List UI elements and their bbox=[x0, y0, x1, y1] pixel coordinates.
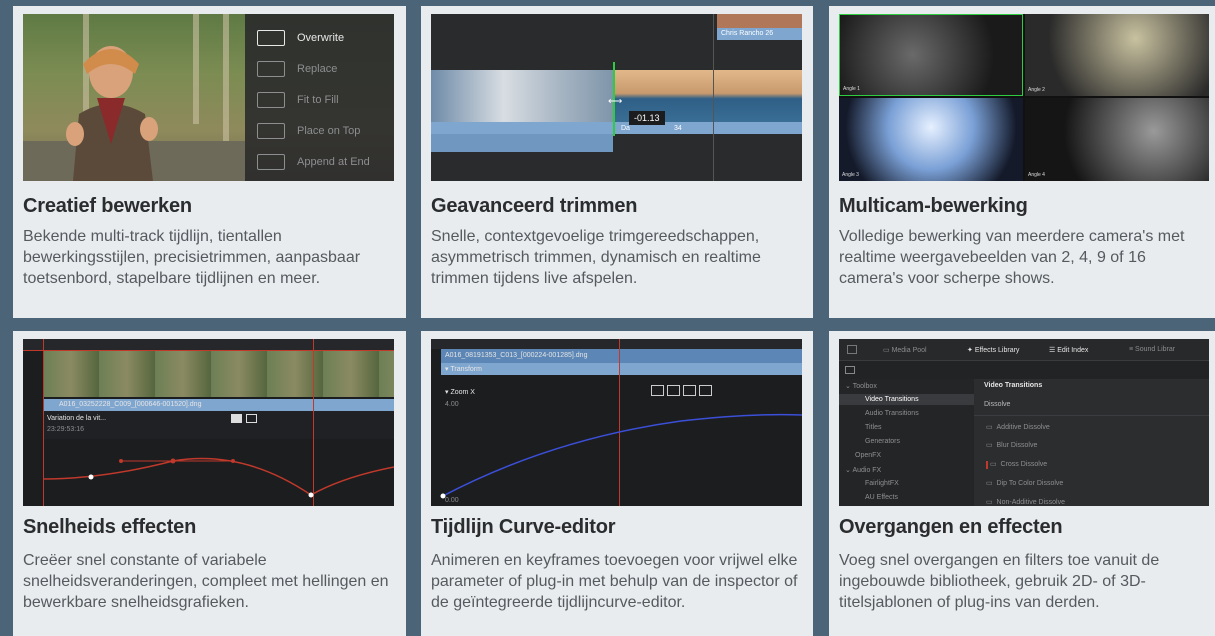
camera-angle-4[interactable]: Angle 4 bbox=[1025, 98, 1209, 181]
effect-label: Dip To Color Dissolve bbox=[996, 480, 1064, 487]
place-on-top-icon bbox=[257, 123, 285, 139]
clip-fragment-a: Da bbox=[621, 125, 630, 132]
card-description: Bekende multi-track tijdlijn, tientallen… bbox=[23, 228, 361, 287]
tab-sound-library[interactable]: ≡ Sound Librar bbox=[1129, 346, 1175, 353]
card-title: Overgangen en effecten bbox=[839, 516, 1063, 538]
camera-angle-2[interactable]: Angle 2 bbox=[1025, 14, 1209, 96]
tree-audio-fx[interactable]: ⌄ Audio FX bbox=[845, 466, 881, 474]
angle-label: Angle 4 bbox=[1028, 172, 1045, 178]
append-at-end-icon bbox=[257, 154, 285, 170]
feature-card-transitions-effects: ▭ Media Pool ✦ Effects Library ☰ Edit In… bbox=[829, 331, 1215, 636]
trim-screenshot: Chris Rancho 26 ⟷ -01.13 Da 34 bbox=[431, 14, 802, 181]
edit-overlay-menu: Overwrite Replace Fit to Fill Place on T… bbox=[245, 14, 394, 181]
effects-tree: ⌄ Toolbox Video Transitions Audio Transi… bbox=[839, 379, 974, 506]
speed-param: Variation de la vit... bbox=[47, 415, 107, 422]
effect-non-additive-dissolve[interactable]: ▭ Non-Additive Dissolve bbox=[986, 498, 1065, 506]
panel-title: Video Transitions bbox=[984, 382, 1043, 389]
trim-value: -01.13 bbox=[629, 111, 665, 125]
trim-cursor-icon: ⟷ bbox=[608, 96, 623, 107]
feature-card-creative-editing: Overwrite Replace Fit to Fill Place on T… bbox=[13, 6, 406, 318]
effect-additive-dissolve[interactable]: ▭ Additive Dissolve bbox=[986, 423, 1050, 431]
card-title: Geavanceerd trimmen bbox=[431, 195, 638, 217]
card-description: Volledige bewerking van meerdere camera'… bbox=[839, 228, 1185, 287]
angle-label: Angle 3 bbox=[842, 172, 859, 178]
clip-fragment-b: 34 bbox=[674, 125, 682, 132]
effect-label: Blur Dissolve bbox=[996, 442, 1038, 449]
feature-card-curve-editor: A016_08191353_C013_[000224-001285].dng ▾… bbox=[421, 331, 813, 636]
effect-label: Additive Dissolve bbox=[996, 424, 1050, 431]
card-title: Creatief bewerken bbox=[23, 195, 192, 217]
menu-item-place-on-top[interactable]: Place on Top bbox=[257, 121, 360, 141]
speed-effects-screenshot: A016_03252228_C009_[000646-001520].dng V… bbox=[23, 339, 394, 506]
effect-cross-dissolve[interactable]: ▭ Cross Dissolve bbox=[990, 460, 1047, 468]
tree-label: Toolbox bbox=[852, 383, 877, 390]
feature-card-multicam: Angle 1 Angle 2 Angle 3 Angle 4 Multicam… bbox=[829, 6, 1215, 318]
multicam-screenshot: Angle 1 Angle 2 Angle 3 Angle 4 bbox=[839, 14, 1209, 181]
tree-audio-transitions[interactable]: Audio Transitions bbox=[865, 410, 919, 417]
clip-file-name: A016_03252228_C009_[000646-001520].dng bbox=[59, 401, 202, 408]
panel-tab-bar: ▭ Media Pool ✦ Effects Library ☰ Edit In… bbox=[839, 339, 1209, 361]
upper-clip-thumb bbox=[717, 14, 802, 28]
card-description: Snelle, contextgevoelige trimgereedschap… bbox=[431, 228, 761, 287]
tree-openfx[interactable]: OpenFX bbox=[855, 452, 881, 459]
tree-label: Audio FX bbox=[852, 467, 882, 474]
panel-toggle-icon[interactable] bbox=[845, 366, 855, 374]
feature-card-speed-effects: A016_03252228_C009_[000646-001520].dng V… bbox=[13, 331, 406, 636]
feature-card-advanced-trimming: Chris Rancho 26 ⟷ -01.13 Da 34 Geavancee… bbox=[421, 6, 813, 318]
speed-curve[interactable] bbox=[23, 439, 394, 506]
angle-label: Angle 2 bbox=[1028, 87, 1045, 93]
edit-overlay-screenshot: Overwrite Replace Fit to Fill Place on T… bbox=[23, 14, 394, 181]
camera-angle-1[interactable]: Angle 1 bbox=[839, 14, 1023, 96]
tab-media-pool[interactable]: ▭ Media Pool bbox=[883, 346, 927, 354]
tab-label: Media Pool bbox=[891, 347, 927, 354]
tree-au-effects[interactable]: AU Effects bbox=[865, 494, 898, 501]
tab-label: Effects Library bbox=[974, 347, 1020, 354]
clip-thumbnails bbox=[43, 351, 394, 397]
card-description: Animeren en keyframes toevoegen voor vri… bbox=[431, 552, 798, 611]
effect-label: Cross Dissolve bbox=[1000, 461, 1048, 468]
card-title: Snelheids effecten bbox=[23, 516, 197, 538]
transform-group[interactable]: ▾ Transform bbox=[445, 365, 482, 373]
outgoing-clip bbox=[431, 70, 613, 122]
group-label: Transform bbox=[450, 366, 482, 373]
param-label: Zoom X bbox=[450, 389, 475, 396]
speed-timecode: 23:29:53:16 bbox=[47, 426, 84, 433]
effect-label: Non-Additive Dissolve bbox=[996, 499, 1065, 506]
card-description: Voeg snel overgangen en filters toe vanu… bbox=[839, 552, 1160, 611]
replace-icon bbox=[257, 61, 285, 77]
fit-to-fill-icon bbox=[257, 92, 285, 108]
clip-file-name: A016_08191353_C013_[000224-001285].dng bbox=[445, 352, 588, 359]
tree-generators[interactable]: Generators bbox=[865, 438, 900, 445]
tree-video-transitions[interactable]: Video Transitions bbox=[839, 394, 974, 405]
section-dissolve: Dissolve bbox=[984, 401, 1011, 408]
tree-toolbox[interactable]: ⌄ Toolbox bbox=[845, 382, 877, 390]
card-title: Multicam-bewerking bbox=[839, 195, 1028, 217]
tab-label: Edit Index bbox=[1057, 347, 1089, 354]
tab-label: Sound Librar bbox=[1135, 346, 1176, 353]
actor-image bbox=[66, 46, 158, 181]
menu-item-replace[interactable]: Replace bbox=[257, 59, 337, 79]
effect-blur-dissolve[interactable]: ▭ Blur Dissolve bbox=[986, 441, 1037, 449]
tree-fairlightfx[interactable]: FairlightFX bbox=[865, 480, 899, 487]
tab-edit-index[interactable]: ☰ Edit Index bbox=[1049, 346, 1088, 354]
zoom-curve[interactable] bbox=[431, 399, 802, 506]
effects-library-screenshot: ▭ Media Pool ✦ Effects Library ☰ Edit In… bbox=[839, 339, 1209, 506]
menu-item-append-at-end[interactable]: Append at End bbox=[257, 152, 370, 172]
effects-list: Video Transitions Dissolve ▭ Additive Di… bbox=[974, 379, 1209, 506]
upper-clip-name: Chris Rancho 26 bbox=[721, 30, 774, 37]
card-title: Tijdlijn Curve-editor bbox=[431, 516, 616, 538]
tree-titles[interactable]: Titles bbox=[865, 424, 881, 431]
zoom-x-param[interactable]: ▾ Zoom X bbox=[445, 388, 475, 396]
menu-item-overwrite[interactable]: Overwrite bbox=[257, 28, 344, 48]
camera-angle-3[interactable]: Angle 3 bbox=[839, 98, 1023, 181]
curve-editor-screenshot: A016_08191353_C013_[000224-001285].dng ▾… bbox=[431, 339, 802, 506]
card-description: Creëer snel constante of variabele snelh… bbox=[23, 552, 389, 611]
menu-item-fit-to-fill[interactable]: Fit to Fill bbox=[257, 90, 339, 110]
overwrite-icon bbox=[257, 30, 285, 46]
tab-effects-library[interactable]: ✦ Effects Library bbox=[967, 346, 1019, 354]
effect-dip-to-color-dissolve[interactable]: ▭ Dip To Color Dissolve bbox=[986, 479, 1063, 487]
angle-label: Angle 1 bbox=[843, 86, 860, 92]
